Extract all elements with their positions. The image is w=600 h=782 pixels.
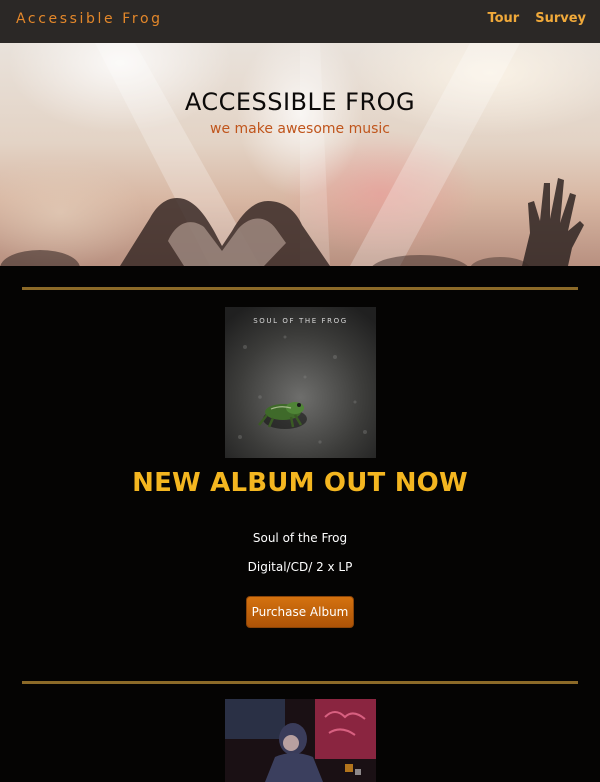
album-name: Soul of the Frog (252, 531, 348, 545)
hero-subtitle: we make awesome music (210, 121, 390, 137)
hero-title: ACCESSIBLE FROG (184, 88, 416, 116)
nav-link-survey[interactable]: Survey (535, 11, 586, 26)
purchase-album-button[interactable]: Purchase Album (246, 596, 354, 628)
album-cover-image: SOUL OF THE FROG (225, 307, 376, 458)
nav-link-tour[interactable]: Tour (487, 11, 519, 26)
concert-crowd-image (0, 43, 584, 266)
section-divider (22, 287, 578, 290)
brand-logo-text[interactable]: Accessible Frog (16, 11, 163, 27)
section-divider-2 (22, 681, 578, 684)
hero-banner: ACCESSIBLE FROG we make awesome music (0, 43, 600, 266)
album-formats: Digital/CD/ 2 x LP (247, 560, 353, 574)
album-cover-title: SOUL OF THE FROG (253, 317, 348, 325)
band-photo-image (225, 699, 376, 782)
album-headline: NEW ALBUM OUT NOW (132, 468, 468, 498)
nav-links: Tour Survey (487, 11, 586, 26)
top-nav-bar: Accessible Frog Tour Survey (0, 0, 600, 43)
